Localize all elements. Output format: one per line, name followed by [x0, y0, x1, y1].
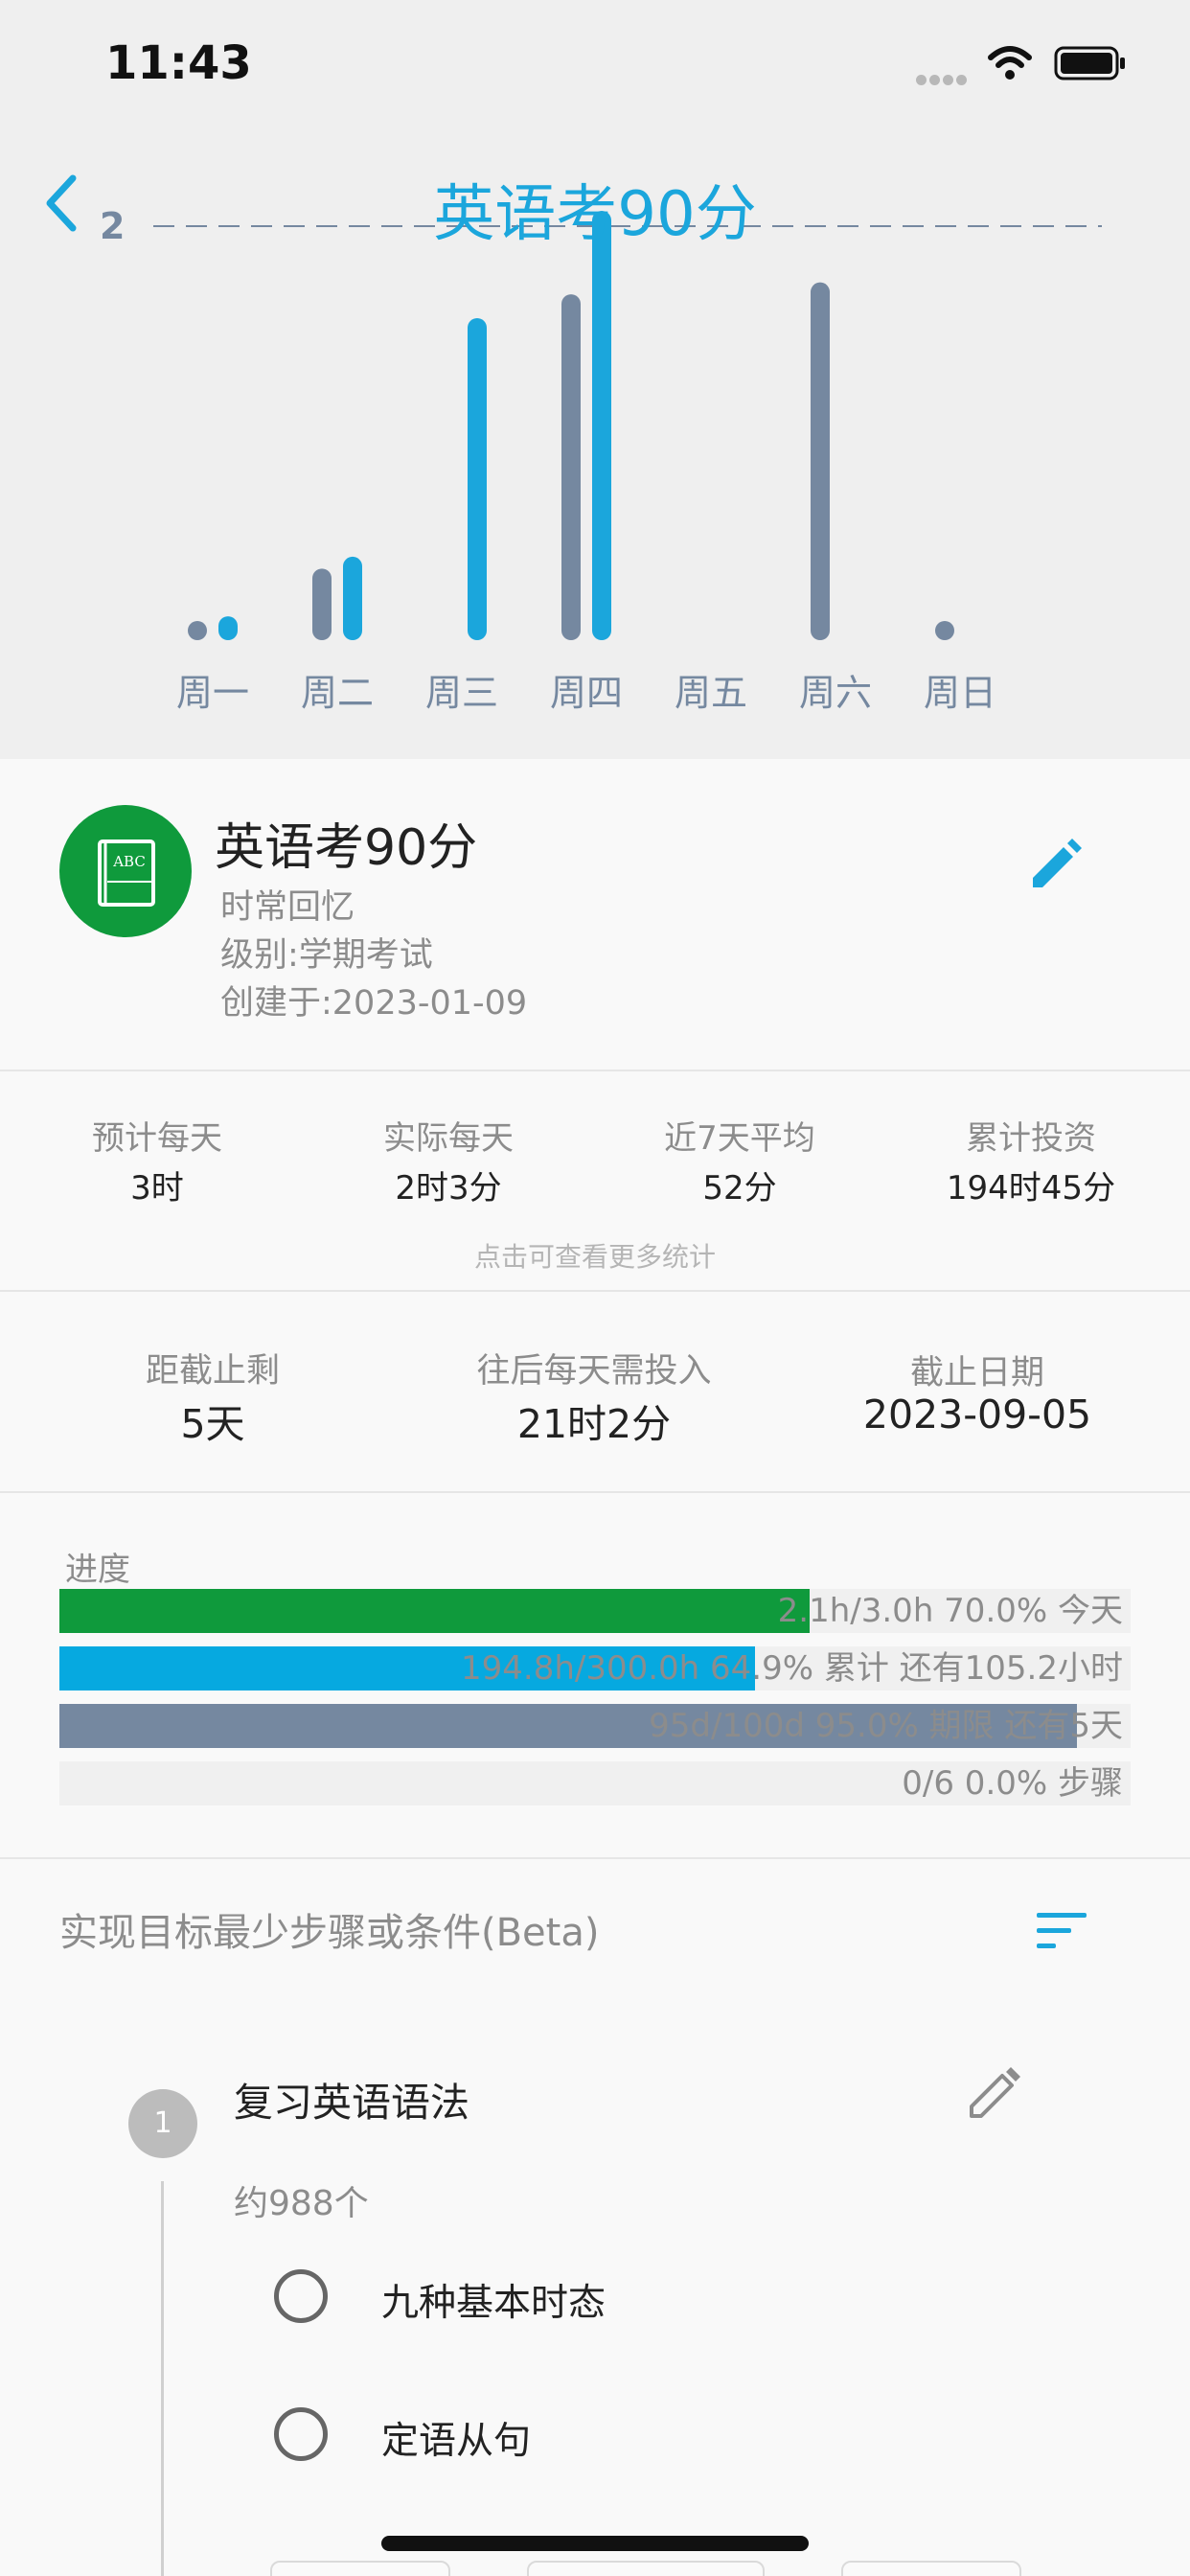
progress-label: 进度	[65, 1551, 130, 1589]
chart-day-label: 周日	[924, 672, 996, 714]
stat-value: 3时	[130, 1169, 184, 1208]
sort-icon	[1037, 1913, 1087, 1948]
deadline-date-label: 截止日期	[909, 1354, 1044, 1392]
chart-bar	[468, 318, 487, 640]
subtask-card[interactable]	[270, 2561, 450, 2576]
chart-bar	[935, 621, 954, 640]
daily-required-value: 21时2分	[516, 1401, 672, 1447]
pencil-icon	[1033, 839, 1082, 887]
progress-text: 2.1h/3.0h 70.0% 今天	[777, 1592, 1123, 1630]
progress-text: 194.8h/300.0h 64.9% 累计 还有105.2小时	[461, 1649, 1123, 1688]
chart-bar	[218, 616, 238, 640]
home-indicator	[381, 2536, 809, 2551]
edit-goal-button[interactable]	[1023, 834, 1087, 897]
subtask-card[interactable]	[527, 2561, 765, 2576]
chart-bar	[343, 556, 362, 640]
steps-heading: 实现目标最少步骤或条件(Beta)	[59, 1911, 600, 1955]
subtask-label: 定语从句	[381, 2420, 532, 2463]
chart-bar	[561, 294, 581, 640]
progress-text: 95d/100d 95.0% 期限 还有5天	[649, 1707, 1123, 1745]
chart-bar	[592, 211, 611, 640]
stats-more-link[interactable]: 点击可查看更多统计	[0, 1236, 1190, 1275]
goal-title: 英语考90分	[215, 819, 478, 877]
progress-bar-deadline: 95d/100d 95.0% 期限 还有5天	[59, 1704, 1131, 1748]
chart-day-label: 周四	[550, 672, 623, 714]
chart-day-label: 周六	[799, 672, 872, 714]
divider	[0, 1070, 1190, 1071]
edit-step-button[interactable]	[962, 2062, 1025, 2126]
sort-button[interactable]	[1033, 1907, 1092, 1955]
progress-bar-steps: 0/6 0.0% 步骤	[59, 1761, 1131, 1806]
daily-required-label: 往后每天需投入	[476, 1352, 712, 1391]
divider	[0, 1857, 1190, 1859]
progress-fill	[59, 1589, 810, 1633]
chart-bar	[811, 282, 830, 640]
step-number-badge: 1	[128, 2089, 197, 2158]
chart-bar	[312, 568, 332, 640]
stat-label: 实际每天	[383, 1119, 514, 1158]
book-icon: ABC	[98, 840, 155, 907]
deadline-remaining-label: 距截止剩	[145, 1352, 280, 1391]
chart-day-label: 周五	[675, 672, 747, 714]
goal-level: 级别:学期考试	[220, 936, 433, 975]
stat-label: 累计投资	[966, 1119, 1096, 1158]
deadline-remaining-value: 5天	[180, 1401, 245, 1447]
subtask-checkbox[interactable]	[274, 2407, 328, 2461]
book-icon-text: ABC	[112, 853, 146, 870]
progress-bar-total: 194.8h/300.0h 64.9% 累计 还有105.2小时	[59, 1646, 1131, 1690]
step-title: 复习英语语法	[234, 2080, 469, 2126]
goal-avatar: ABC	[59, 805, 192, 937]
divider	[0, 1491, 1190, 1493]
step-count: 约988个	[234, 2184, 369, 2223]
progress-bar-today: 2.1h/3.0h 70.0% 今天	[59, 1589, 1131, 1633]
stat-value: 2时3分	[395, 1169, 502, 1208]
stat-label: 预计每天	[92, 1119, 222, 1158]
subtask-card[interactable]	[841, 2561, 1021, 2576]
stat-label: 近7天平均	[664, 1119, 815, 1158]
page-title: 英语考90分	[433, 179, 757, 250]
subtask-checkbox[interactable]	[274, 2269, 328, 2323]
divider	[0, 1290, 1190, 1292]
pencil-icon	[970, 2067, 1020, 2118]
deadline-date-value: 2023-09-05	[862, 1392, 1092, 1438]
stat-value: 52分	[702, 1169, 777, 1208]
chart-day-label: 周一	[176, 672, 249, 714]
subtask-label: 九种基本时态	[381, 2282, 606, 2325]
chart-bar	[188, 621, 207, 640]
goal-created-date: 创建于:2023-01-09	[220, 984, 528, 1023]
chart-day-label: 周二	[301, 672, 374, 714]
chart-day-label: 周三	[425, 672, 498, 714]
goal-subtitle: 时常回忆	[220, 888, 355, 927]
weekly-bar-chart: 周一 周二 周三 周四 周五 周六 周日	[153, 211, 1102, 714]
stat-value: 194时45分	[946, 1169, 1116, 1208]
progress-text: 0/6 0.0% 步骤	[902, 1764, 1123, 1803]
step-timeline-line	[161, 2181, 164, 2576]
